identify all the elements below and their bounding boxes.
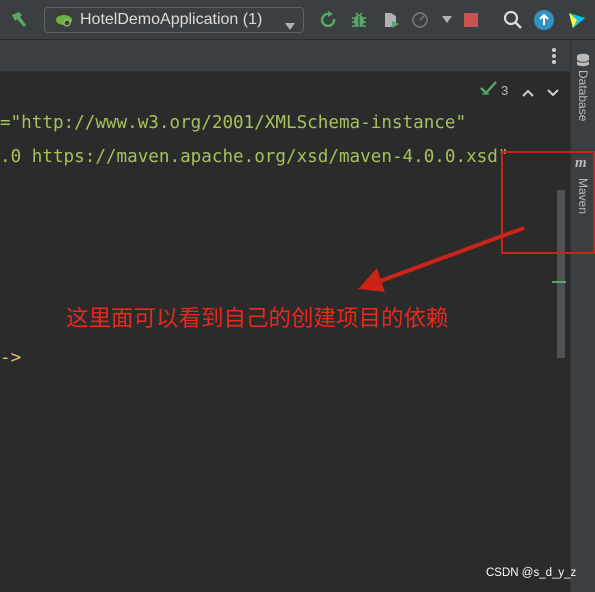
- watermark: CSDN @s_d_y_z: [486, 567, 577, 579]
- annotation-caption: 这里面可以看到自己的创建项目的依赖: [66, 306, 449, 332]
- annotation-arrow: [358, 226, 525, 292]
